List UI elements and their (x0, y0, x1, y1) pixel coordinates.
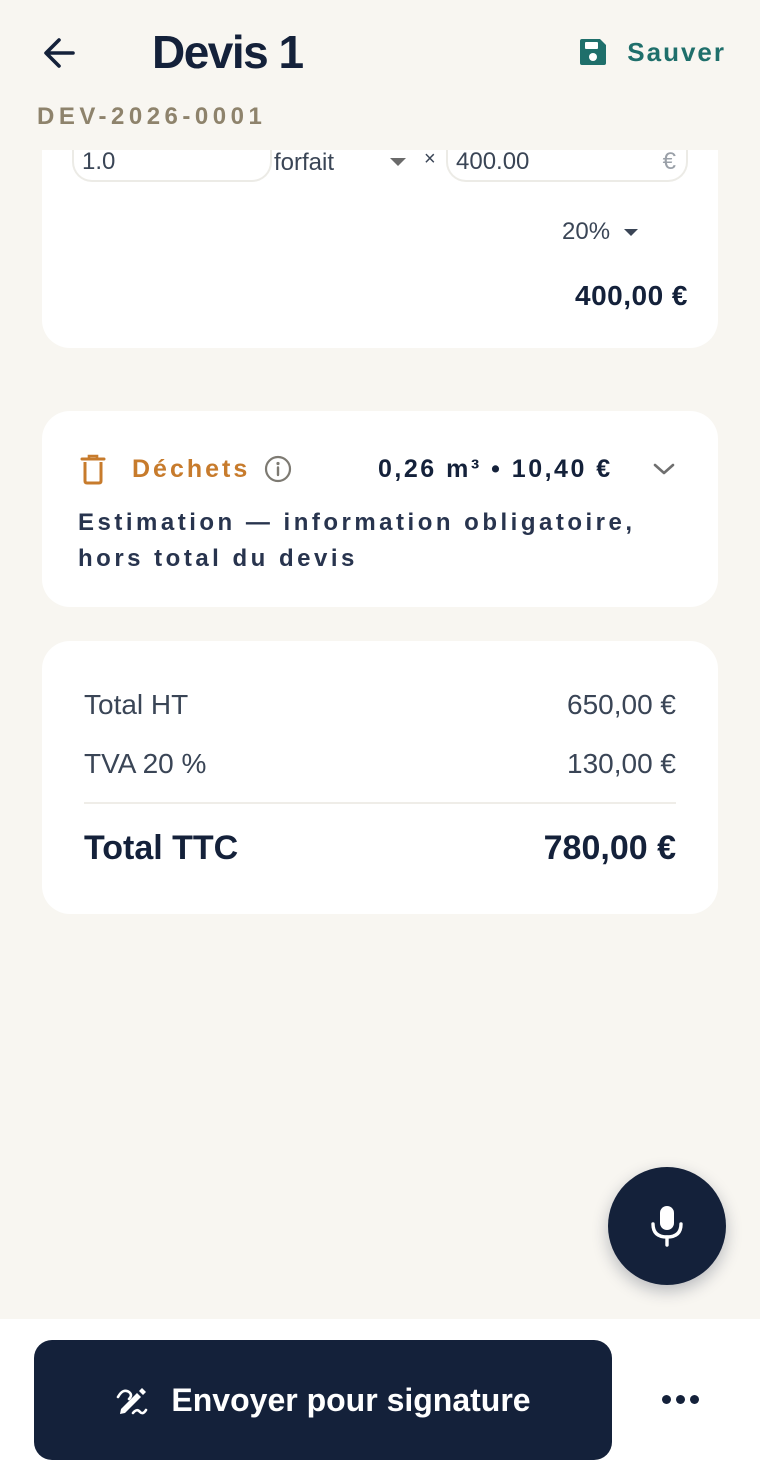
chevron-down-icon[interactable] (652, 461, 676, 477)
waste-note: Estimation — information obligatoire, ho… (78, 509, 636, 572)
total-ht-value: 650,00 € (567, 689, 676, 720)
tva-label: TVA 20 % (84, 748, 207, 779)
total-ht-label: Total HT (84, 689, 189, 720)
unit-caret-icon[interactable] (390, 158, 406, 166)
quote-reference: DEV-2026-0001 (37, 103, 267, 130)
vat-rate-value: 20% (562, 218, 611, 245)
total-ttc-row: Total TTC 780,00 € (84, 825, 676, 871)
tva-value: 130,00 € (567, 748, 676, 779)
save-button[interactable]: Sauver (577, 32, 726, 72)
bottom-action-bar: Envoyer pour signature (0, 1319, 760, 1477)
send-for-signature-button[interactable]: Envoyer pour signature (34, 1340, 612, 1460)
more-options-button[interactable] (652, 1379, 708, 1419)
save-label: Sauver (627, 36, 726, 67)
total-ttc-value: 780,00 € (543, 828, 676, 867)
waste-title: Déchets (132, 455, 251, 483)
totals-card: Total HT 650,00 € TVA 20 % 130,00 € Tota… (42, 641, 718, 914)
total-ht-row: Total HT 650,00 € (84, 685, 676, 725)
vat-rate-select[interactable]: 20% (562, 218, 639, 246)
send-label: Envoyer pour signature (171, 1381, 531, 1418)
floppy-disk-icon (580, 39, 607, 65)
back-button[interactable] (36, 30, 82, 76)
waste-card[interactable]: Déchets 0,26 m³ • 10,40 € Estimation — i… (42, 411, 718, 607)
more-dot (689, 1394, 699, 1404)
page-title: Devis 1 (152, 26, 304, 78)
voice-input-button[interactable] (608, 1167, 726, 1285)
tva-row: TVA 20 % 130,00 € (84, 744, 676, 784)
caret-down-icon (624, 228, 639, 236)
waste-amount: 0,26 m³ • 10,40 € (378, 455, 613, 483)
app-header: Devis 1 Sauver DEV-2026-0001 (0, 0, 760, 150)
trash-icon (80, 454, 106, 485)
more-horizontal-icon (661, 1394, 671, 1404)
total-ttc-label: Total TTC (84, 828, 239, 867)
times-symbol: × (424, 148, 436, 170)
arrow-left-icon (44, 38, 75, 68)
more-dot (675, 1394, 685, 1404)
totals-divider (84, 802, 676, 804)
signature-pen-icon (117, 1388, 148, 1415)
line-total: 400,00 € (575, 280, 688, 311)
info-icon[interactable] (264, 455, 292, 483)
microphone-icon (651, 1206, 683, 1247)
unit-price-value: 400.00 (456, 148, 530, 175)
